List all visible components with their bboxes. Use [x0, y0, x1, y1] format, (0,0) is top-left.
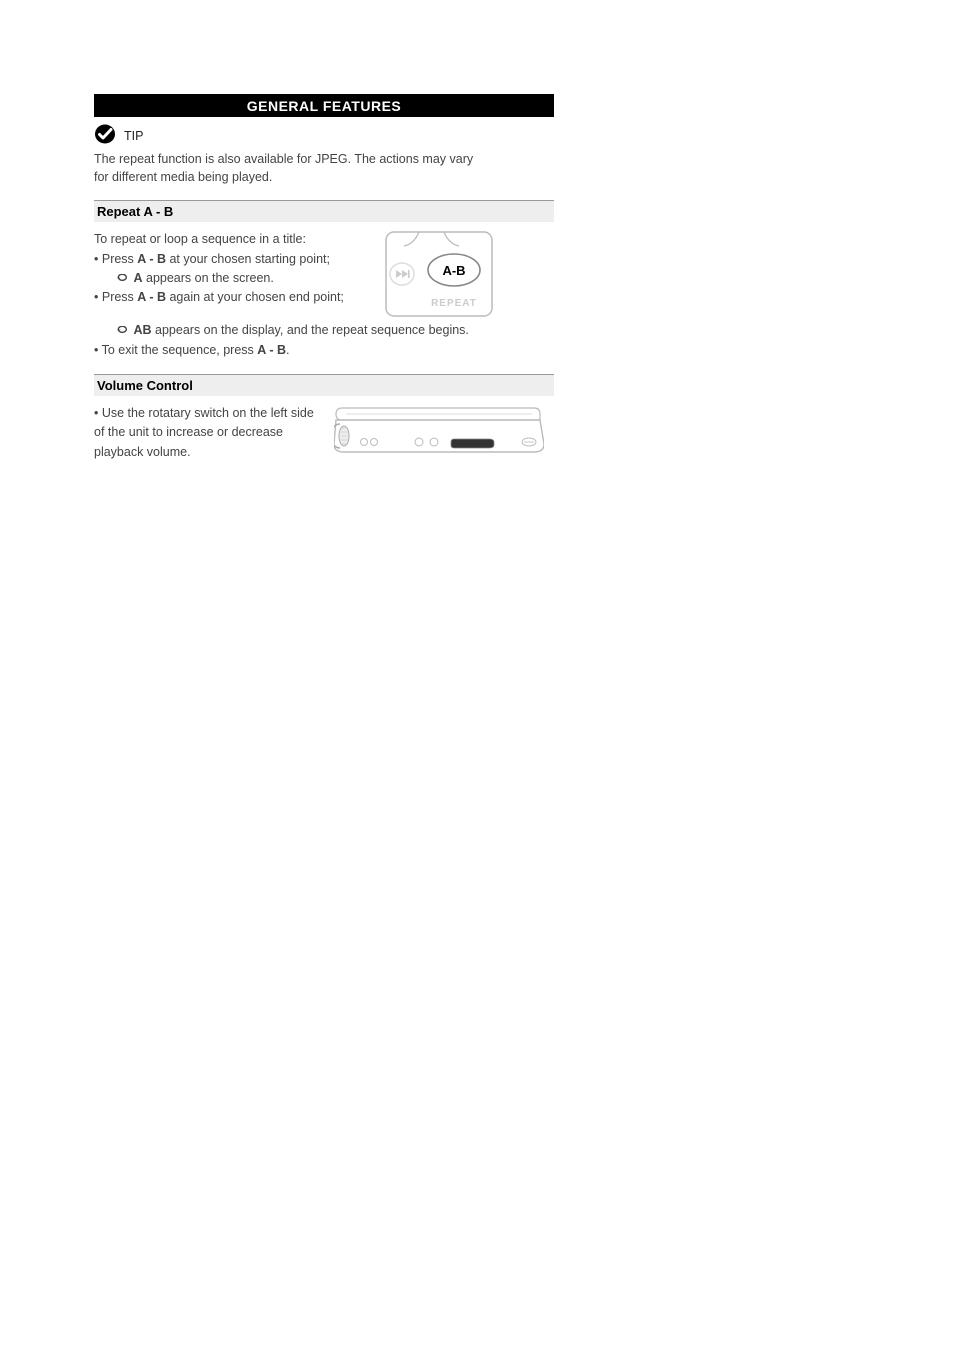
- remote-corner-illustration: A-B REPEAT: [384, 230, 494, 321]
- intro-line: To repeat or loop a sequence in a title:: [94, 230, 374, 249]
- heading-repeat-ab: Repeat A - B: [94, 200, 554, 222]
- bullet-ab-end: • Press A - B again at your chosen end p…: [94, 288, 374, 307]
- tip-label: TIP: [124, 129, 143, 143]
- repeat-icon: [116, 271, 133, 285]
- bullet-ab-start: • Press A - B at your chosen starting po…: [94, 250, 374, 269]
- tip-check-icon: [94, 123, 116, 148]
- volume-text: • Use the rotatary switch on the left si…: [94, 404, 324, 462]
- repeat-icon: [116, 323, 133, 337]
- heading-volume-control: Volume Control: [94, 374, 554, 396]
- repeat-caption: REPEAT: [431, 298, 477, 309]
- ab-button-label: A-B: [442, 263, 465, 278]
- sub-a-appears: A appears on the screen.: [116, 269, 374, 288]
- rotary-volume-icon: [339, 426, 349, 446]
- sub-ab-appears: AB appears on the display, and the repea…: [116, 321, 554, 340]
- player-unit-illustration: [334, 404, 544, 467]
- bullet-ab-exit: • To exit the sequence, press A - B.: [94, 341, 554, 360]
- tip-body: The repeat function is also available fo…: [94, 150, 484, 186]
- section-banner: GENERAL FEATURES: [94, 94, 554, 117]
